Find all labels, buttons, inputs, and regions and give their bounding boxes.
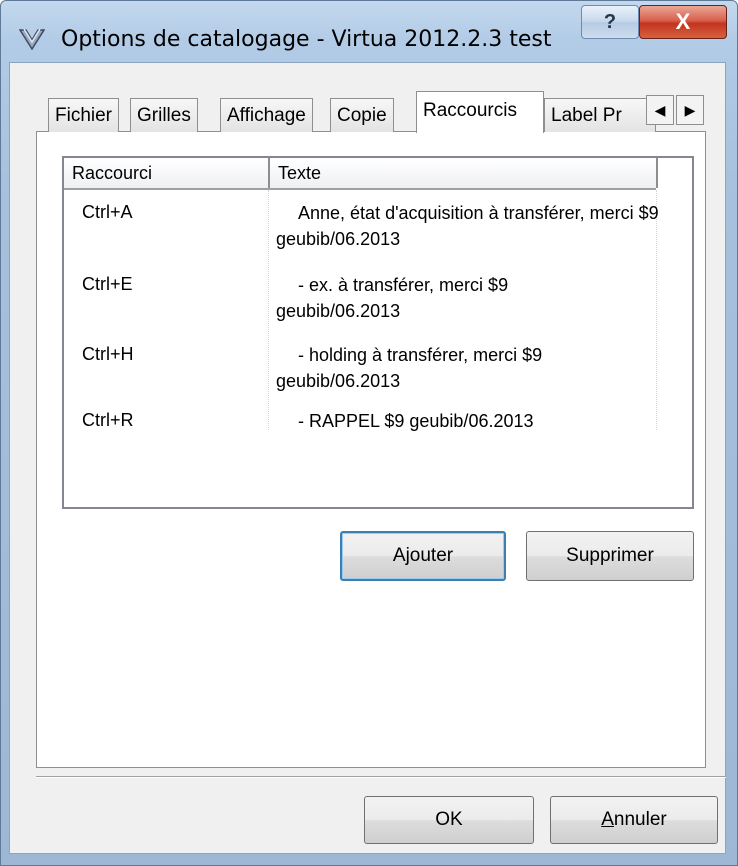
row-shortcut-ctrl-r[interactable]: Ctrl+R [82, 410, 134, 431]
row-shortcut-ctrl-e[interactable]: Ctrl+E [82, 274, 133, 295]
help-button[interactable]: ? [581, 5, 639, 39]
row-text-ctrl-a[interactable]: Anne, état d'acquisition à transférer, m… [276, 200, 676, 252]
listview-header: Raccourci Texte [64, 158, 658, 190]
tab-scroll-left-icon[interactable]: ◀ [646, 95, 674, 125]
tab-raccourcis[interactable]: Raccourcis [416, 91, 544, 133]
virtua-app-icon [19, 28, 45, 51]
row-text-ctrl-r[interactable]: - RAPPEL $9 geubib/06.2013 [276, 408, 676, 434]
title-bar[interactable]: Options de catalogage - Virtua 2012.2.3 … [1, 1, 737, 63]
row-text-ctrl-e[interactable]: - ex. à transférer, merci $9 geubib/06.2… [276, 272, 576, 324]
delete-button[interactable]: Supprimer [526, 531, 694, 581]
separator [36, 776, 726, 778]
ok-button[interactable]: OK [364, 796, 534, 844]
cancel-mnemonic: A [601, 809, 614, 830]
tab-copie[interactable]: Copie [330, 98, 394, 132]
row-text-ctrl-h[interactable]: - holding à transférer, merci $9 geubib/… [276, 342, 636, 394]
close-button[interactable]: X [639, 5, 727, 39]
window-title: Options de catalogage - Virtua 2012.2.3 … [61, 27, 552, 52]
column-header-raccourci[interactable]: Raccourci [64, 158, 270, 188]
add-button[interactable]: Ajouter [340, 531, 506, 581]
tab-scroll-right-icon[interactable]: ▶ [676, 95, 704, 125]
cancel-button[interactable]: Annuler [550, 796, 718, 844]
shortcuts-listview[interactable]: Raccourci Texte Ctrl+A Anne, état d'acqu… [62, 156, 694, 509]
tab-grilles[interactable]: Grilles [130, 98, 198, 132]
column-header-texte[interactable]: Texte [270, 158, 658, 188]
column-divider [268, 190, 271, 430]
cancel-label-rest: nnuler [613, 809, 667, 830]
row-shortcut-ctrl-a[interactable]: Ctrl+A [82, 202, 133, 223]
tab-affichage[interactable]: Affichage [220, 98, 313, 132]
tab-fichier[interactable]: Fichier [48, 98, 120, 132]
tab-label-pr[interactable]: Label Pr [544, 98, 656, 132]
row-shortcut-ctrl-h[interactable]: Ctrl+H [82, 344, 134, 365]
